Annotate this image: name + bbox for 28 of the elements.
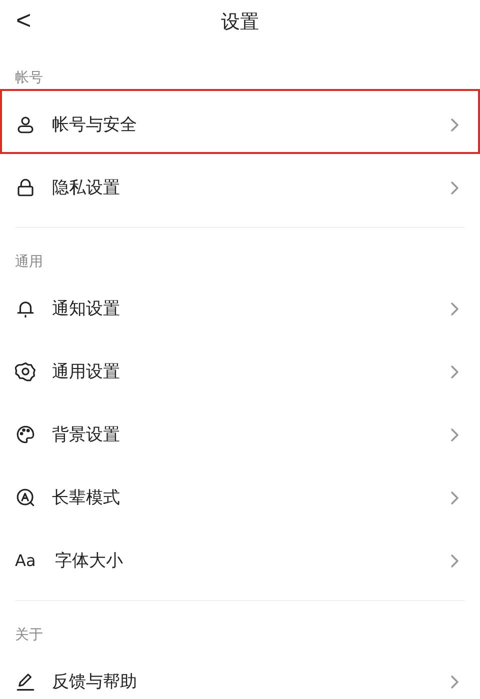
chevron-icon (450, 302, 460, 316)
settings-item[interactable]: 反馈与帮助 (15, 650, 465, 699)
palette-icon (15, 424, 36, 445)
lock-icon (15, 177, 36, 198)
settings-item[interactable]: 长辈模式 (15, 466, 465, 529)
chevron-icon (450, 364, 460, 378)
chevron-icon (450, 118, 460, 132)
settings-item[interactable]: 隐私设置 (15, 156, 465, 219)
gear-icon (15, 361, 36, 382)
chevron-icon (450, 674, 460, 688)
chevron-icon (450, 490, 460, 504)
section-label: 通用 (15, 253, 43, 272)
chevron-icon (450, 428, 460, 442)
settings-item[interactable]: Aa 字体大小 (15, 529, 465, 592)
person-icon (15, 114, 36, 135)
section-label: 关于 (15, 626, 43, 645)
settings-item[interactable]: 帐号与安全 (15, 93, 465, 156)
settings-item[interactable]: 通用设置 (15, 340, 465, 403)
pen-icon (15, 671, 36, 692)
chevron-icon (450, 554, 460, 568)
settings-item[interactable]: 通知设置 (15, 277, 465, 340)
back-button[interactable]: < (12, 2, 36, 38)
chevron-icon (450, 180, 460, 194)
section-label: 帐号 (15, 69, 43, 88)
page-title: 设置 (221, 10, 259, 35)
font-size-icon: Aa (15, 551, 39, 570)
settings-item[interactable]: 背景设置 (15, 403, 465, 466)
magnifier-letter-icon (15, 487, 36, 508)
